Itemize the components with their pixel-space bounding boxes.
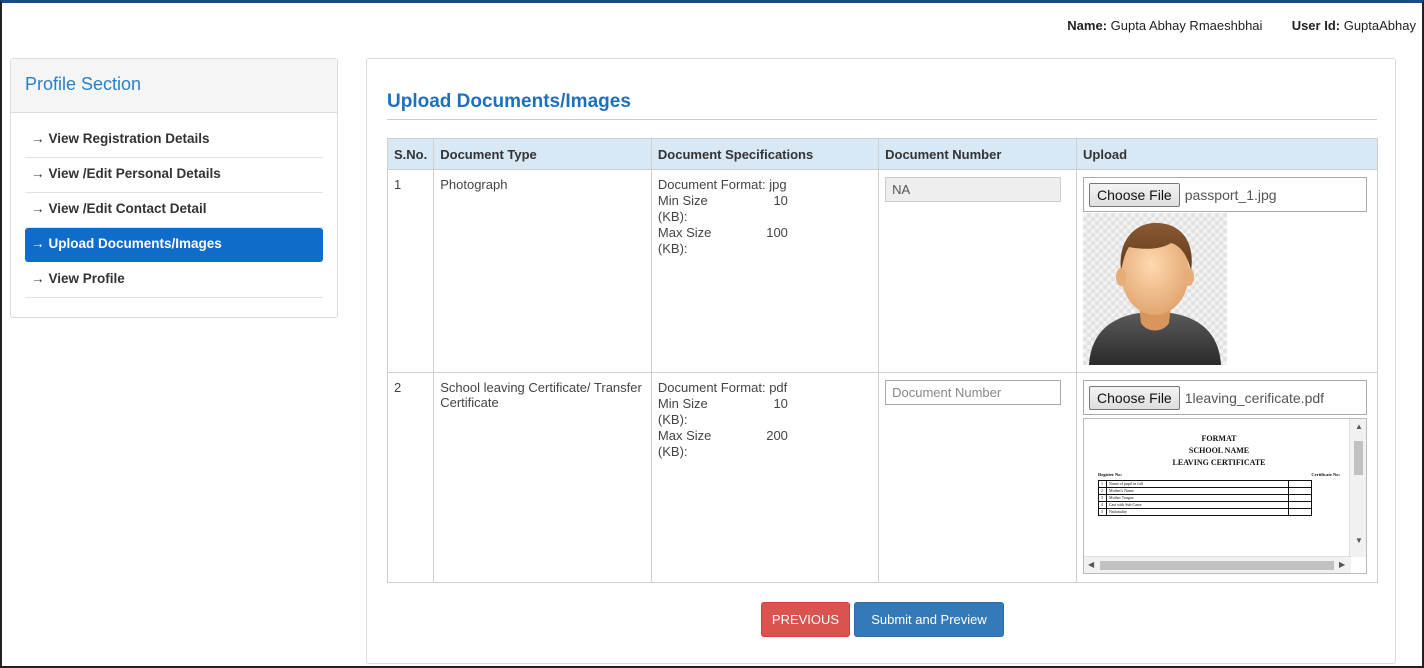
document-number-cell — [878, 169, 1078, 373]
table-row: 1 Photograph Document Format: jpg Min Si… — [386, 169, 1378, 373]
sno-cell: 1 — [386, 169, 435, 373]
column-header: S.No. — [386, 138, 435, 170]
scroll-thumb[interactable] — [1354, 441, 1364, 475]
selected-file-name: passport_1.jpg — [1184, 186, 1277, 203]
scroll-left-icon[interactable]: ◀ — [1088, 561, 1094, 569]
arrow-right-icon: → — [31, 131, 45, 146]
certificate-fields-table: 1 Name of pupil in full 2 Mother's Name 3M… — [1098, 480, 1313, 516]
selected-file-name: 1leaving_cerificate.pdf — [1184, 389, 1325, 406]
upload-cell: Choose File passport_1.jpg — [1076, 169, 1378, 373]
documents-table: S.No. Document Type Document Specificati… — [386, 138, 1378, 583]
table-header-row: S.No. Document Type Document Specificati… — [386, 138, 1378, 170]
pdf-preview[interactable]: FORMAT SCHOOL NAME LEAVING CERTIFICATE R… — [1083, 418, 1368, 574]
scroll-down-icon[interactable]: ▼ — [1355, 537, 1363, 545]
spec-min-label: Min Size (KB): — [657, 396, 708, 427]
sidebar-item-label: View /Edit Personal Details — [48, 166, 221, 181]
spec-format-value: pdf — [769, 380, 788, 395]
column-header: Document Type — [433, 138, 652, 170]
document-number-field[interactable] — [885, 177, 1062, 202]
certificate-page: FORMAT SCHOOL NAME LEAVING CERTIFICATE R… — [1088, 423, 1351, 555]
spec-format-label: Document Format: — [657, 380, 766, 395]
document-type-cell: Photograph — [433, 169, 652, 373]
arrow-right-icon: → — [31, 166, 45, 181]
column-header: Document Specifications — [650, 138, 880, 170]
name-label: Name: — [1067, 18, 1108, 33]
document-number-field[interactable] — [885, 380, 1062, 405]
sidebar-item-edit-personal[interactable]: → View /Edit Personal Details — [25, 158, 323, 193]
spec-min-value: 10 — [773, 193, 788, 208]
title-divider — [387, 119, 1377, 120]
sidebar-item-edit-contact[interactable]: → View /Edit Contact Detail — [25, 193, 323, 228]
sidebar-item-label: Upload Documents/Images — [48, 236, 222, 251]
arrow-right-icon: → — [31, 271, 45, 286]
file-input[interactable]: Choose File 1leaving_cerificate.pdf — [1083, 380, 1368, 415]
sidebar-item-label: View /Edit Contact Detail — [48, 201, 207, 216]
table-row: 2 Mother's Name — [1098, 487, 1313, 495]
certificate-field: Nationality — [1106, 508, 1289, 516]
sno-cell: 2 — [386, 372, 435, 583]
table-row: 1 Name of pupil in full — [1098, 480, 1313, 488]
upload-cell: Choose File 1leaving_cerificate.pdf FORM… — [1076, 372, 1378, 583]
arrow-right-icon: → — [31, 201, 45, 216]
table-row: 5 Nationality — [1098, 508, 1313, 516]
certificate-number-row: Register No: Certificate No: — [1088, 472, 1350, 477]
horizontal-scrollbar[interactable]: ◀ ▶ — [1084, 556, 1352, 573]
sidebar-item-label: View Registration Details — [48, 131, 210, 146]
spec-max-label: Max Size (KB): — [657, 225, 712, 256]
certificate-field: Mother's Name — [1106, 487, 1289, 495]
user-name: Gupta Abhay Rmaeshbhai — [1110, 18, 1263, 33]
previous-button[interactable]: PREVIOUS — [761, 602, 850, 637]
certificate-school-name: SCHOOL NAME — [1188, 446, 1250, 455]
document-type-cell: School leaving Certificate/ Transfer Cer… — [433, 372, 652, 583]
choose-file-button[interactable]: Choose File — [1089, 182, 1180, 207]
document-number-cell — [878, 372, 1078, 583]
user-info-bar: Name: Gupta Abhay Rmaeshbhai User Id: Gu… — [1067, 18, 1416, 33]
sidebar-item-label: View Profile — [48, 271, 125, 286]
spec-max-label: Max Size (KB): — [657, 428, 712, 459]
scroll-thumb[interactable] — [1100, 561, 1335, 570]
document-specifications-cell: Document Format: pdf Min Size (KB): 10 Ma… — [650, 372, 880, 583]
spec-format-label: Document Format: — [657, 177, 766, 192]
certificate-field: Mother Tongue — [1106, 494, 1289, 502]
scroll-up-icon[interactable]: ▲ — [1355, 423, 1363, 431]
sidebar-item-upload-documents[interactable]: → Upload Documents/Images — [25, 228, 323, 262]
arrow-right-icon: → — [31, 236, 45, 251]
scroll-right-icon[interactable]: ▶ — [1339, 561, 1345, 569]
certificate-field: Cast with Sub Caste — [1106, 501, 1289, 509]
certificate-no-label: Certificate No: — [1311, 472, 1341, 477]
page-title: Upload Documents/Images — [387, 91, 631, 112]
vertical-scrollbar[interactable]: ▲ ▼ — [1349, 419, 1367, 557]
column-header: Upload — [1076, 138, 1378, 170]
column-header: Document Number — [878, 138, 1078, 170]
certificate-field: Name of pupil in full — [1106, 480, 1289, 488]
table-row: 4 Cast with Sub Caste — [1098, 501, 1313, 509]
spec-min-label: Min Size (KB): — [657, 193, 708, 224]
photo-preview — [1083, 213, 1228, 365]
person-avatar-icon — [1089, 222, 1222, 365]
table-row: 2 School leaving Certificate/ Transfer C… — [386, 372, 1378, 583]
spec-max-value: 200 — [766, 428, 788, 443]
certificate-format-heading: FORMAT — [1201, 434, 1237, 443]
user-id: GuptaAbhay — [1343, 18, 1416, 33]
table-row: 3 Mother Tongue — [1098, 494, 1313, 502]
spec-max-value: 100 — [766, 225, 788, 240]
spec-min-value: 10 — [773, 396, 788, 411]
userid-label: User Id: — [1291, 18, 1341, 33]
sidebar-item-view-profile[interactable]: → View Profile — [25, 263, 323, 298]
register-no-label: Register No: — [1098, 472, 1123, 477]
choose-file-button[interactable]: Choose File — [1089, 385, 1180, 410]
certificate-title: LEAVING CERTIFICATE — [1172, 458, 1266, 467]
document-specifications-cell: Document Format: jpg Min Size (KB): 10 Ma… — [650, 169, 880, 373]
sidebar-title: Profile Section — [11, 59, 337, 113]
profile-sidebar: Profile Section → View Registration Detai… — [10, 58, 338, 318]
sidebar-menu: → View Registration Details → View /Edit P… — [11, 113, 337, 298]
submit-and-preview-button[interactable]: Submit and Preview — [854, 602, 1004, 637]
main-panel: Upload Documents/Images S.No. Document T… — [366, 58, 1396, 664]
sidebar-item-view-registration[interactable]: → View Registration Details — [25, 123, 323, 158]
spec-format-value: jpg — [769, 177, 787, 192]
file-input[interactable]: Choose File passport_1.jpg — [1083, 177, 1368, 212]
